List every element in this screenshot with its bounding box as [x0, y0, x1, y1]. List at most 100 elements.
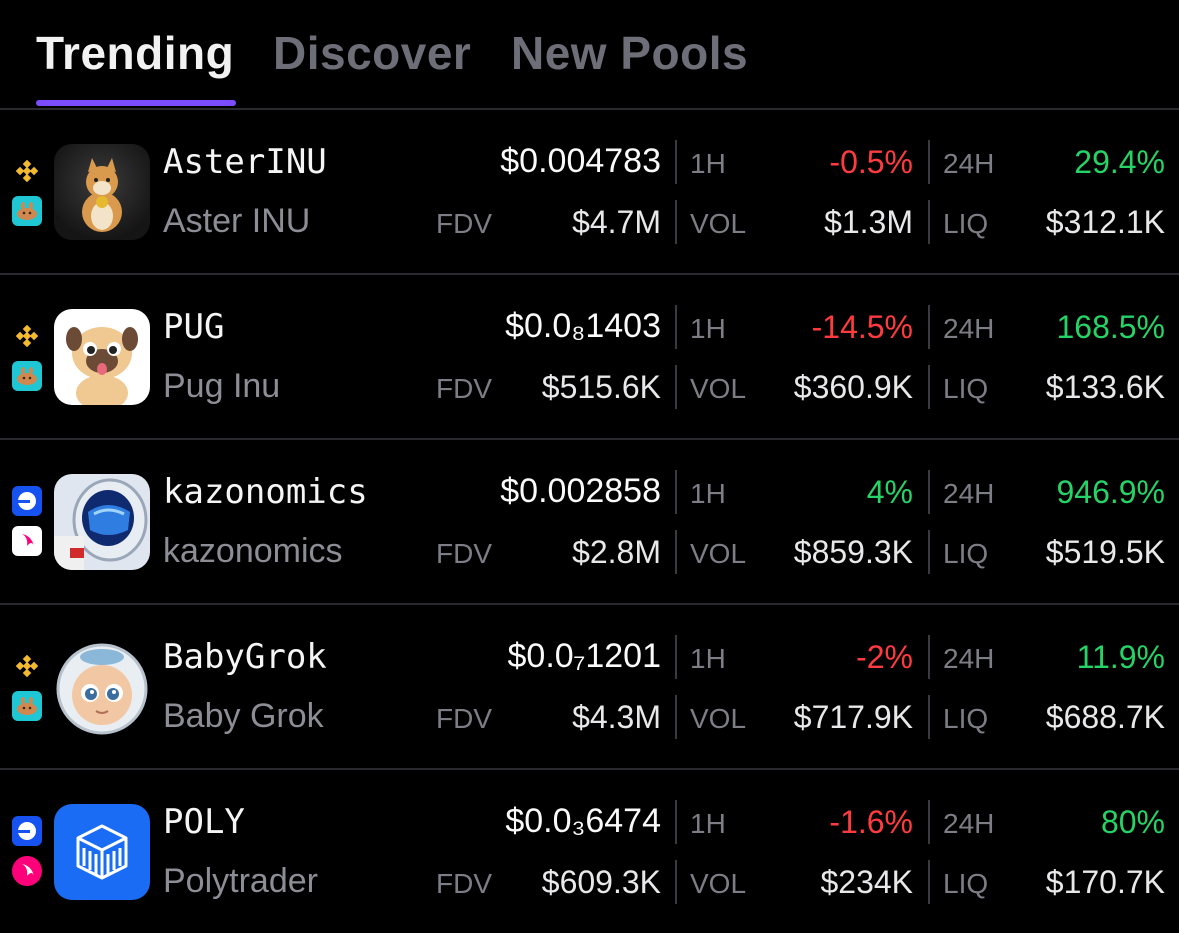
liq-label: LIQ	[943, 538, 989, 569]
divider	[928, 305, 930, 349]
divider	[675, 695, 677, 739]
token-price: $0.0₃6474	[505, 802, 661, 840]
vol-label: VOL	[690, 208, 747, 239]
divider	[928, 695, 930, 739]
tab-bar: Trending Discover New Pools	[0, 0, 1179, 110]
token-row[interactable]: PUG Pug Inu $0.0₈1403 FDV $515.6K 1H -14…	[0, 275, 1179, 440]
token-row[interactable]: POLY Polytrader $0.0₃6474 FDV $609.3K 1H…	[0, 770, 1179, 933]
liq-value: $133.6K	[1045, 369, 1165, 405]
token-symbol: POLY	[163, 802, 245, 842]
liq-value: $170.7K	[1045, 864, 1165, 900]
uniswap-icon	[12, 856, 42, 886]
bnb-chain-icon	[12, 156, 42, 186]
24h-label: 24H	[943, 313, 995, 344]
1h-change: -2%	[856, 639, 913, 675]
divider	[928, 800, 930, 844]
liq-label: LIQ	[943, 208, 989, 239]
token-name: Polytrader	[163, 862, 318, 900]
fdv-label: FDV	[436, 373, 492, 404]
divider	[675, 860, 677, 904]
divider	[675, 305, 677, 349]
tab-trending[interactable]: Trending	[36, 26, 234, 80]
uniswap-icon	[12, 526, 42, 556]
liq-label: LIQ	[943, 868, 989, 899]
base-chain-icon	[12, 816, 42, 846]
base-chain-icon	[12, 486, 42, 516]
24h-label: 24H	[943, 643, 995, 674]
tab-discover[interactable]: Discover	[273, 26, 471, 80]
divider	[928, 140, 930, 184]
fdv-value: $515.6K	[541, 369, 661, 405]
fdv-value: $609.3K	[541, 864, 661, 900]
pug-logo-icon	[54, 309, 150, 405]
24h-label: 24H	[943, 148, 995, 179]
vol-value: $234K	[820, 864, 913, 900]
divider	[928, 470, 930, 514]
pancakeswap-icon	[12, 361, 42, 391]
fdv-label: FDV	[436, 868, 492, 899]
divider	[675, 365, 677, 409]
token-name: Baby Grok	[163, 697, 324, 735]
fdv-value: $4.7M	[572, 204, 661, 240]
vol-value: $717.9K	[793, 699, 913, 735]
1h-label: 1H	[690, 808, 726, 839]
pancakeswap-icon	[12, 691, 42, 721]
24h-label: 24H	[943, 478, 995, 509]
1h-change: -0.5%	[829, 144, 913, 180]
divider	[675, 800, 677, 844]
fdv-label: FDV	[436, 208, 492, 239]
divider	[928, 200, 930, 244]
divider	[675, 470, 677, 514]
token-symbol: AsterINU	[163, 142, 327, 182]
asterinu-logo-icon	[54, 144, 150, 240]
token-price: $0.004783	[500, 142, 661, 180]
token-row[interactable]: BabyGrok Baby Grok $0.0₇1201 FDV $4.3M 1…	[0, 605, 1179, 770]
token-row[interactable]: AsterINU Aster INU $0.004783 FDV $4.7M 1…	[0, 110, 1179, 275]
token-price: $0.0₇1201	[507, 637, 662, 675]
divider	[675, 200, 677, 244]
1h-change: 4%	[866, 474, 913, 510]
liq-value: $688.7K	[1045, 699, 1165, 735]
divider	[928, 365, 930, 409]
token-price: $0.0₈1403	[505, 307, 661, 345]
24h-change: 946.9%	[1056, 474, 1165, 510]
fdv-label: FDV	[436, 703, 492, 734]
divider	[675, 635, 677, 679]
liq-label: LIQ	[943, 373, 989, 404]
1h-label: 1H	[690, 148, 726, 179]
pancakeswap-icon	[12, 196, 42, 226]
1h-label: 1H	[690, 478, 726, 509]
vol-label: VOL	[690, 373, 747, 404]
1h-change: -14.5%	[811, 309, 913, 345]
24h-change: 168.5%	[1056, 309, 1165, 345]
vol-value: $1.3M	[824, 204, 913, 240]
active-tab-indicator	[36, 100, 236, 106]
fdv-value: $4.3M	[572, 699, 661, 735]
liq-label: LIQ	[943, 703, 989, 734]
1h-label: 1H	[690, 313, 726, 344]
24h-change: 80%	[1100, 804, 1165, 840]
24h-change: 11.9%	[1076, 639, 1165, 675]
token-symbol: BabyGrok	[163, 637, 327, 677]
24h-change: 29.4%	[1074, 144, 1165, 180]
token-list: AsterINU Aster INU $0.004783 FDV $4.7M 1…	[0, 110, 1179, 933]
vol-label: VOL	[690, 868, 747, 899]
vol-label: VOL	[690, 538, 747, 569]
vol-label: VOL	[690, 703, 747, 734]
token-name: kazonomics	[163, 532, 343, 570]
liq-value: $519.5K	[1045, 534, 1165, 570]
token-symbol: PUG	[163, 307, 225, 347]
divider	[675, 140, 677, 184]
token-price: $0.002858	[500, 472, 661, 510]
tab-new-pools[interactable]: New Pools	[511, 26, 748, 80]
divider	[928, 530, 930, 574]
1h-change: -1.6%	[829, 804, 913, 840]
kazonomics-logo-icon	[54, 474, 150, 570]
polytrader-logo-icon	[54, 804, 150, 900]
token-row[interactable]: kazonomics kazonomics $0.002858 FDV $2.8…	[0, 440, 1179, 605]
24h-label: 24H	[943, 808, 995, 839]
divider	[928, 860, 930, 904]
babygrok-logo-icon	[54, 639, 150, 735]
fdv-value: $2.8M	[572, 534, 661, 570]
fdv-label: FDV	[436, 538, 492, 569]
